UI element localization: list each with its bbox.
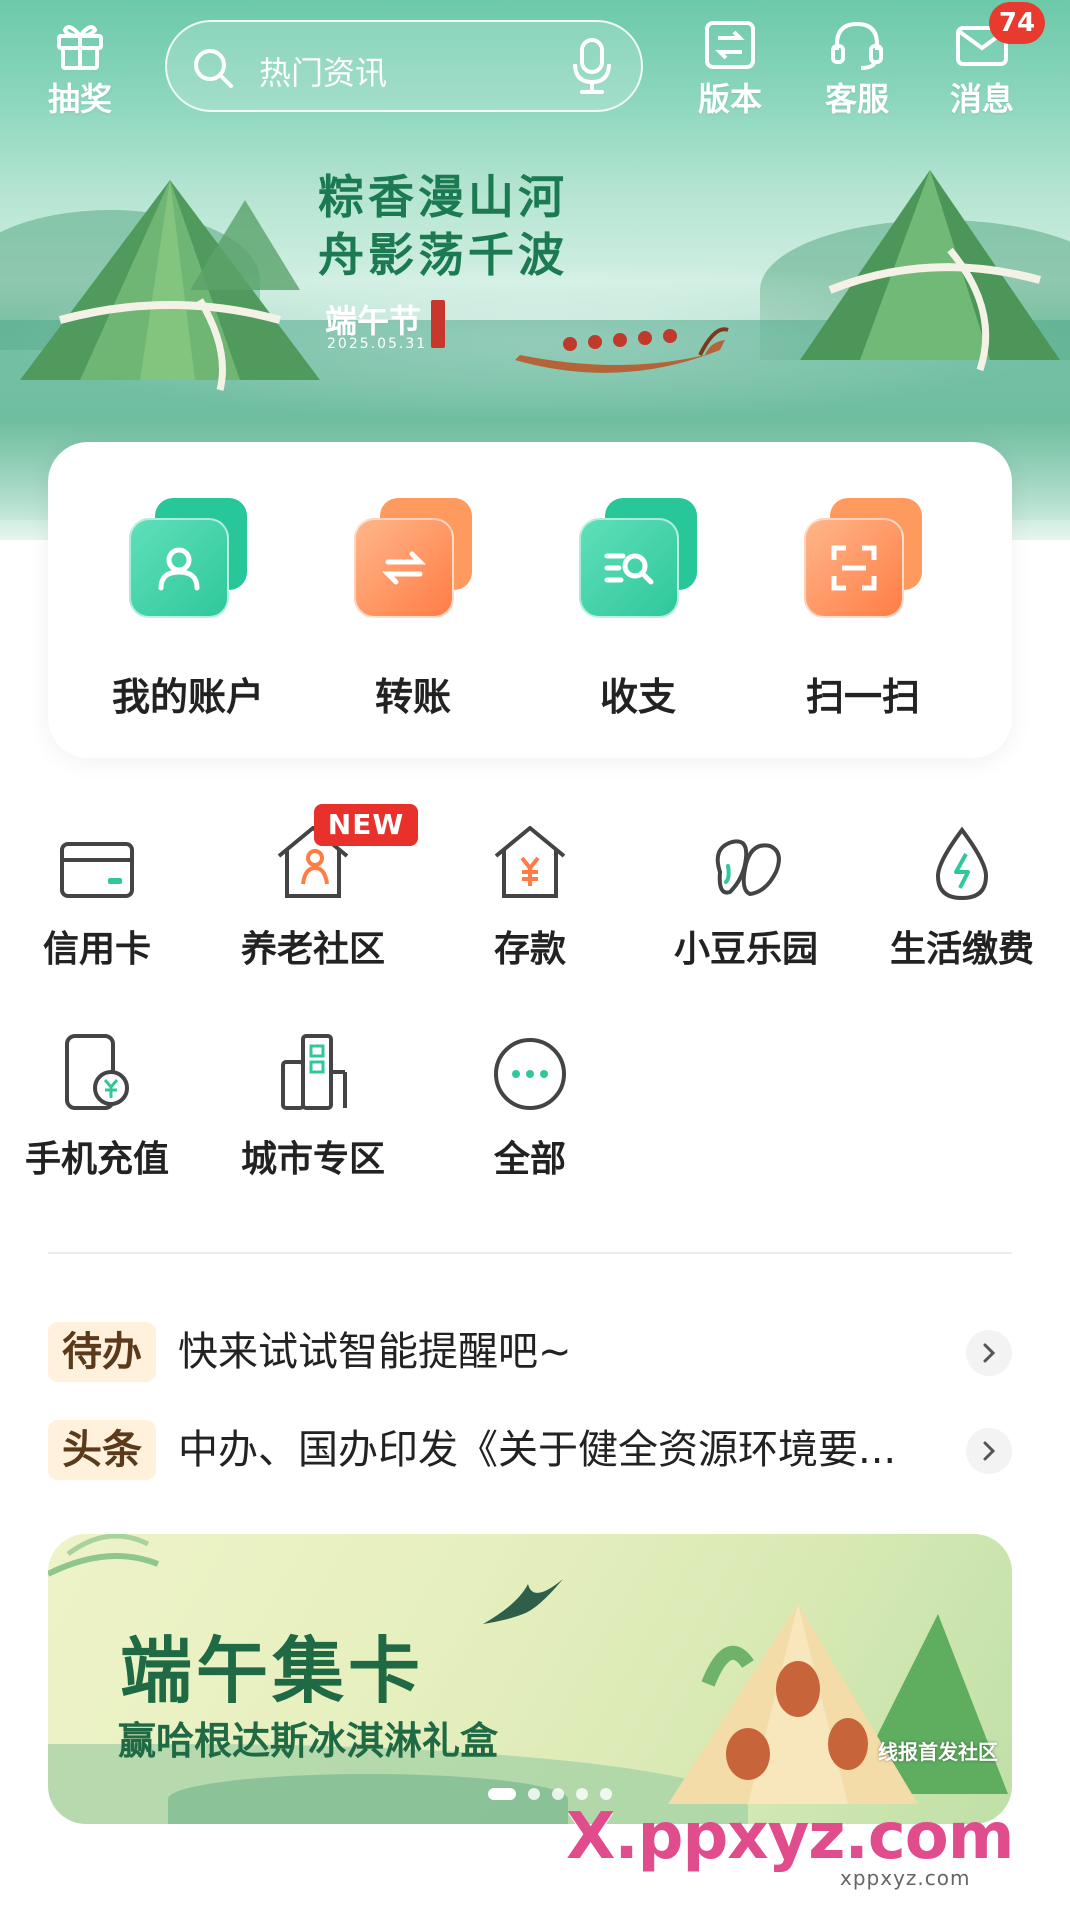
quick-transfer-label: 转账: [374, 675, 451, 719]
service-deposit[interactable]: 存款: [440, 806, 620, 972]
zongzi-promo-illustration: [668, 1604, 1008, 1804]
phone-recharge-icon: [65, 1034, 129, 1110]
version-button[interactable]: 版本: [690, 18, 770, 120]
dragon-boat-illustration: [515, 327, 729, 373]
swallow-bird-icon: [483, 1579, 563, 1624]
more-icon: [494, 1038, 566, 1110]
headset-icon: [831, 21, 883, 70]
ledger-search-icon: [604, 553, 654, 585]
headline-tag: 头条: [48, 1420, 156, 1480]
customer-service-label: 客服: [824, 80, 889, 118]
service-deposit-label: 存款: [493, 929, 566, 970]
poem-line-1: 粽香漫山河: [318, 170, 568, 224]
service-xiaodou-park-label: 小豆乐园: [673, 929, 818, 970]
dragon-boat-promo-banner[interactable]: 端午集卡 赢哈根达斯冰淇淋礼盒: [48, 1534, 1012, 1824]
zongzi-right-illustration: [800, 170, 1060, 372]
watermark-url: xppxyz.com: [840, 1866, 971, 1890]
quick-income-expense[interactable]: 收支: [538, 498, 738, 721]
headline-text: 中办、国办印发《关于健全资源环境要...: [178, 1427, 897, 1473]
quick-my-account-label: 我的账户: [111, 675, 264, 719]
todo-chevron-right-icon[interactable]: [966, 1330, 1012, 1376]
service-city-zone-label: 城市专区: [240, 1139, 385, 1180]
service-xiaodou-park[interactable]: 小豆乐园: [656, 806, 836, 972]
gift-icon: [57, 25, 103, 70]
unread-count-badge: 74: [989, 2, 1045, 44]
todo-tag: 待办: [48, 1322, 156, 1382]
service-city-zone[interactable]: 城市专区: [223, 1016, 403, 1182]
transfer-icon: [381, 551, 427, 585]
messages-label: 消息: [949, 80, 1014, 118]
quick-my-account[interactable]: 我的账户: [88, 498, 288, 721]
watermark-logo: X.ppxyz.com: [566, 1800, 1014, 1874]
quick-scan[interactable]: 扫一扫: [763, 498, 963, 721]
quick-income-expense-label: 收支: [599, 675, 676, 719]
festival-date: 2025.05.31: [327, 336, 428, 352]
watermark-caption: 线报首发社区: [878, 1740, 998, 1764]
deposit-house-icon: [494, 826, 566, 898]
city-buildings-icon: [281, 1034, 347, 1110]
quick-scan-label: 扫一扫: [805, 675, 920, 719]
customer-service-button[interactable]: 客服: [817, 18, 897, 120]
todo-reminder-row[interactable]: 待办 快来试试智能提醒吧~: [48, 1322, 1012, 1382]
service-credit-card[interactable]: 信用卡: [7, 806, 187, 972]
headline-row[interactable]: 头条 中办、国办印发《关于健全资源环境要...: [48, 1420, 1012, 1480]
poem-line-2: 舟影荡千波: [318, 228, 568, 282]
service-utility-payment[interactable]: 生活缴费: [872, 806, 1052, 972]
credit-card-icon: [60, 842, 134, 898]
beans-icon: [715, 839, 781, 897]
hero-poem: 粽香漫山河 舟影荡千波: [318, 168, 568, 284]
microphone-icon[interactable]: [571, 38, 613, 96]
service-all-label: 全部: [493, 1139, 566, 1180]
carousel-dots[interactable]: [488, 1788, 612, 1800]
utility-drop-icon: [935, 826, 989, 901]
red-seal-stamp: [431, 300, 445, 348]
watermark-domain: X.ppxyz.com: [566, 1800, 1014, 1874]
service-elderly-community-label: 养老社区: [240, 929, 385, 970]
quick-actions-card: 我的账户 转账 收支 扫一扫: [48, 442, 1012, 758]
lottery-label: 抽奖: [47, 80, 112, 118]
search-bar[interactable]: 热门资讯: [165, 20, 643, 112]
headline-chevron-right-icon[interactable]: [966, 1428, 1012, 1474]
user-icon: [158, 547, 200, 591]
version-switch-icon: [705, 21, 755, 69]
new-badge: NEW: [314, 804, 418, 846]
quick-transfer[interactable]: 转账: [313, 498, 513, 721]
lottery-button[interactable]: 抽奖: [40, 18, 120, 120]
promo-title: 端午集卡: [120, 1628, 425, 1713]
version-label: 版本: [697, 80, 762, 118]
todo-text: 快来试试智能提醒吧~: [178, 1329, 572, 1375]
scan-icon: [831, 545, 877, 591]
service-credit-card-label: 信用卡: [42, 929, 151, 970]
service-utility-payment-label: 生活缴费: [889, 929, 1034, 970]
zongzi-small-illustration: [190, 200, 300, 290]
section-divider: [48, 1252, 1012, 1254]
service-phone-recharge[interactable]: 手机充值: [7, 1016, 187, 1182]
service-all[interactable]: 全部: [440, 1016, 620, 1182]
search-placeholder: 热门资讯: [259, 54, 388, 92]
search-icon: [194, 49, 233, 88]
service-phone-recharge-label: 手机充值: [24, 1139, 169, 1180]
promo-subtitle: 赢哈根达斯冰淇淋礼盒: [118, 1718, 499, 1763]
